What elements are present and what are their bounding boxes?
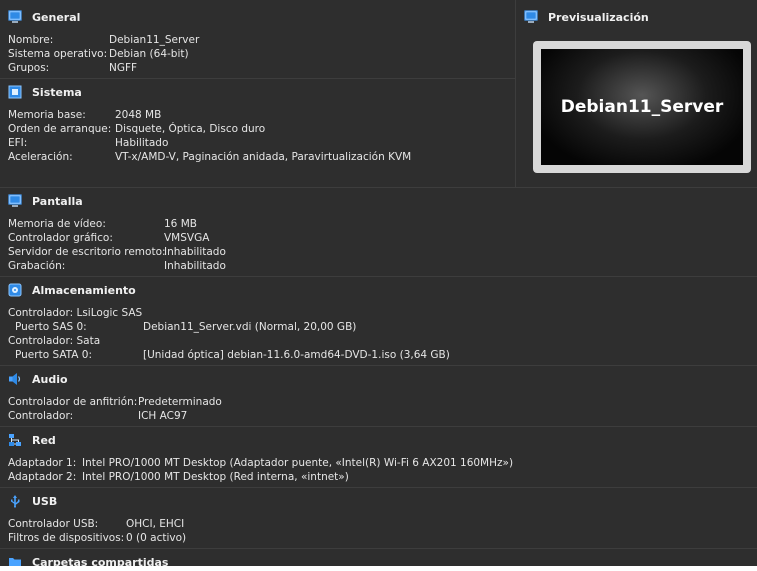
info-key: Adaptador 2:	[8, 471, 77, 483]
section-title: Carpetas compartidas	[32, 555, 169, 567]
network-icon	[8, 433, 22, 447]
preview-vm-name: Debian11_Server	[560, 97, 724, 117]
display-icon	[8, 194, 22, 208]
preview-header[interactable]: Previsualización	[524, 9, 649, 25]
info-value: ICH AC97	[138, 410, 188, 422]
section-usb: USB Controlador USB: OHCI, EHCI Filtros d…	[0, 488, 757, 549]
preview-panel: Previsualización Debian11_Server	[515, 0, 757, 188]
section-almacenamiento-header[interactable]: Almacenamiento	[8, 282, 136, 298]
section-sistema-header[interactable]: Sistema	[8, 84, 82, 100]
info-key: Controlador de anfitrión:	[8, 396, 138, 408]
section-usb-header[interactable]: USB	[8, 493, 57, 509]
bottom-edge	[0, 566, 757, 571]
section-red: Red Adaptador 1: Intel PRO/1000 MT Deskto…	[0, 427, 757, 488]
info-value: Intel PRO/1000 MT Desktop (Adaptador pue…	[82, 457, 514, 469]
section-general-header[interactable]: General	[8, 9, 80, 25]
section-almacenamiento: Almacenamiento Controlador: LsiLogic SAS…	[0, 277, 757, 366]
info-value: [Unidad óptica] debian-11.6.0-amd64-DVD-…	[143, 349, 450, 361]
info-value: 16 MB	[164, 218, 197, 230]
section-title: Audio	[32, 372, 68, 386]
info-value: Predeterminado	[138, 396, 222, 408]
info-key: Controlador: LsiLogic SAS	[8, 307, 143, 319]
section-carpetas: Carpetas compartidas	[0, 549, 757, 566]
info-value: Inhabilitado	[164, 246, 226, 258]
section-title: USB	[32, 494, 58, 508]
section-title: Red	[32, 433, 56, 447]
info-key: Controlador USB:	[8, 518, 99, 530]
info-value: Disquete, Óptica, Disco duro	[115, 123, 266, 135]
info-key: Grabación:	[8, 260, 66, 272]
info-key: Puerto SATA 0:	[15, 349, 93, 361]
preview-screen: Debian11_Server	[541, 49, 743, 165]
preview-title: Previsualización	[548, 10, 649, 24]
chip-icon	[8, 85, 22, 99]
section-red-header[interactable]: Red	[8, 432, 56, 448]
info-value: Habilitado	[115, 137, 169, 149]
info-key: Servidor de escritorio remoto:	[8, 246, 166, 258]
section-audio-header[interactable]: Audio	[8, 371, 68, 387]
info-value: 0 (0 activo)	[126, 532, 187, 544]
info-value: Debian11_Server.vdi (Normal, 20,00 GB)	[143, 321, 357, 333]
monitor-icon	[8, 10, 22, 24]
info-value: Debian (64-bit)	[109, 48, 189, 60]
speaker-icon	[8, 372, 22, 386]
info-value: OHCI, EHCI	[126, 518, 185, 530]
section-title: Sistema	[32, 85, 82, 99]
info-value: VMSVGA	[164, 232, 210, 244]
info-value: NGFF	[109, 62, 138, 74]
info-key: Sistema operativo:	[8, 48, 108, 60]
usb-icon	[8, 494, 22, 508]
preview-frame: Debian11_Server	[533, 41, 751, 173]
info-key: Nombre:	[8, 34, 54, 46]
info-key: Controlador:	[8, 410, 74, 422]
section-audio: Audio Controlador de anfitrión: Predeterm…	[0, 366, 757, 427]
section-general: General Nombre: Debian11_Server Sistema o…	[0, 0, 515, 79]
info-key: Puerto SAS 0:	[15, 321, 87, 333]
folder-icon	[8, 555, 22, 566]
info-key: Memoria base:	[8, 109, 86, 121]
section-title: General	[32, 10, 81, 24]
info-key: Memoria de vídeo:	[8, 218, 106, 230]
info-key: Orden de arranque:	[8, 123, 112, 135]
info-key: Controlador: Sata	[8, 335, 101, 347]
info-value: Intel PRO/1000 MT Desktop (Red interna, …	[82, 471, 349, 483]
info-value: 2048 MB	[115, 109, 162, 121]
info-value: VT-x/AMD-V, Paginación anidada, Paravirt…	[115, 151, 412, 163]
section-pantalla: Pantalla Memoria de vídeo: 16 MB Controla…	[0, 188, 757, 277]
section-title: Almacenamiento	[32, 283, 136, 297]
info-key: Aceleración:	[8, 151, 73, 163]
section-title: Pantalla	[32, 194, 83, 208]
section-pantalla-header[interactable]: Pantalla	[8, 193, 83, 209]
info-key: Grupos:	[8, 62, 50, 74]
info-value: Inhabilitado	[164, 260, 226, 272]
info-key: Controlador gráfico:	[8, 232, 113, 244]
section-sistema: Sistema Memoria base: 2048 MB Orden de ar…	[0, 79, 515, 188]
info-key: Adaptador 1:	[8, 457, 77, 469]
info-value: Debian11_Server	[109, 34, 200, 46]
monitor-icon	[524, 10, 538, 24]
info-key: Filtros de dispositivos:	[8, 532, 125, 544]
storage-icon	[8, 283, 22, 297]
section-carpetas-header[interactable]: Carpetas compartidas	[8, 554, 168, 566]
info-key: EFI:	[8, 137, 28, 149]
